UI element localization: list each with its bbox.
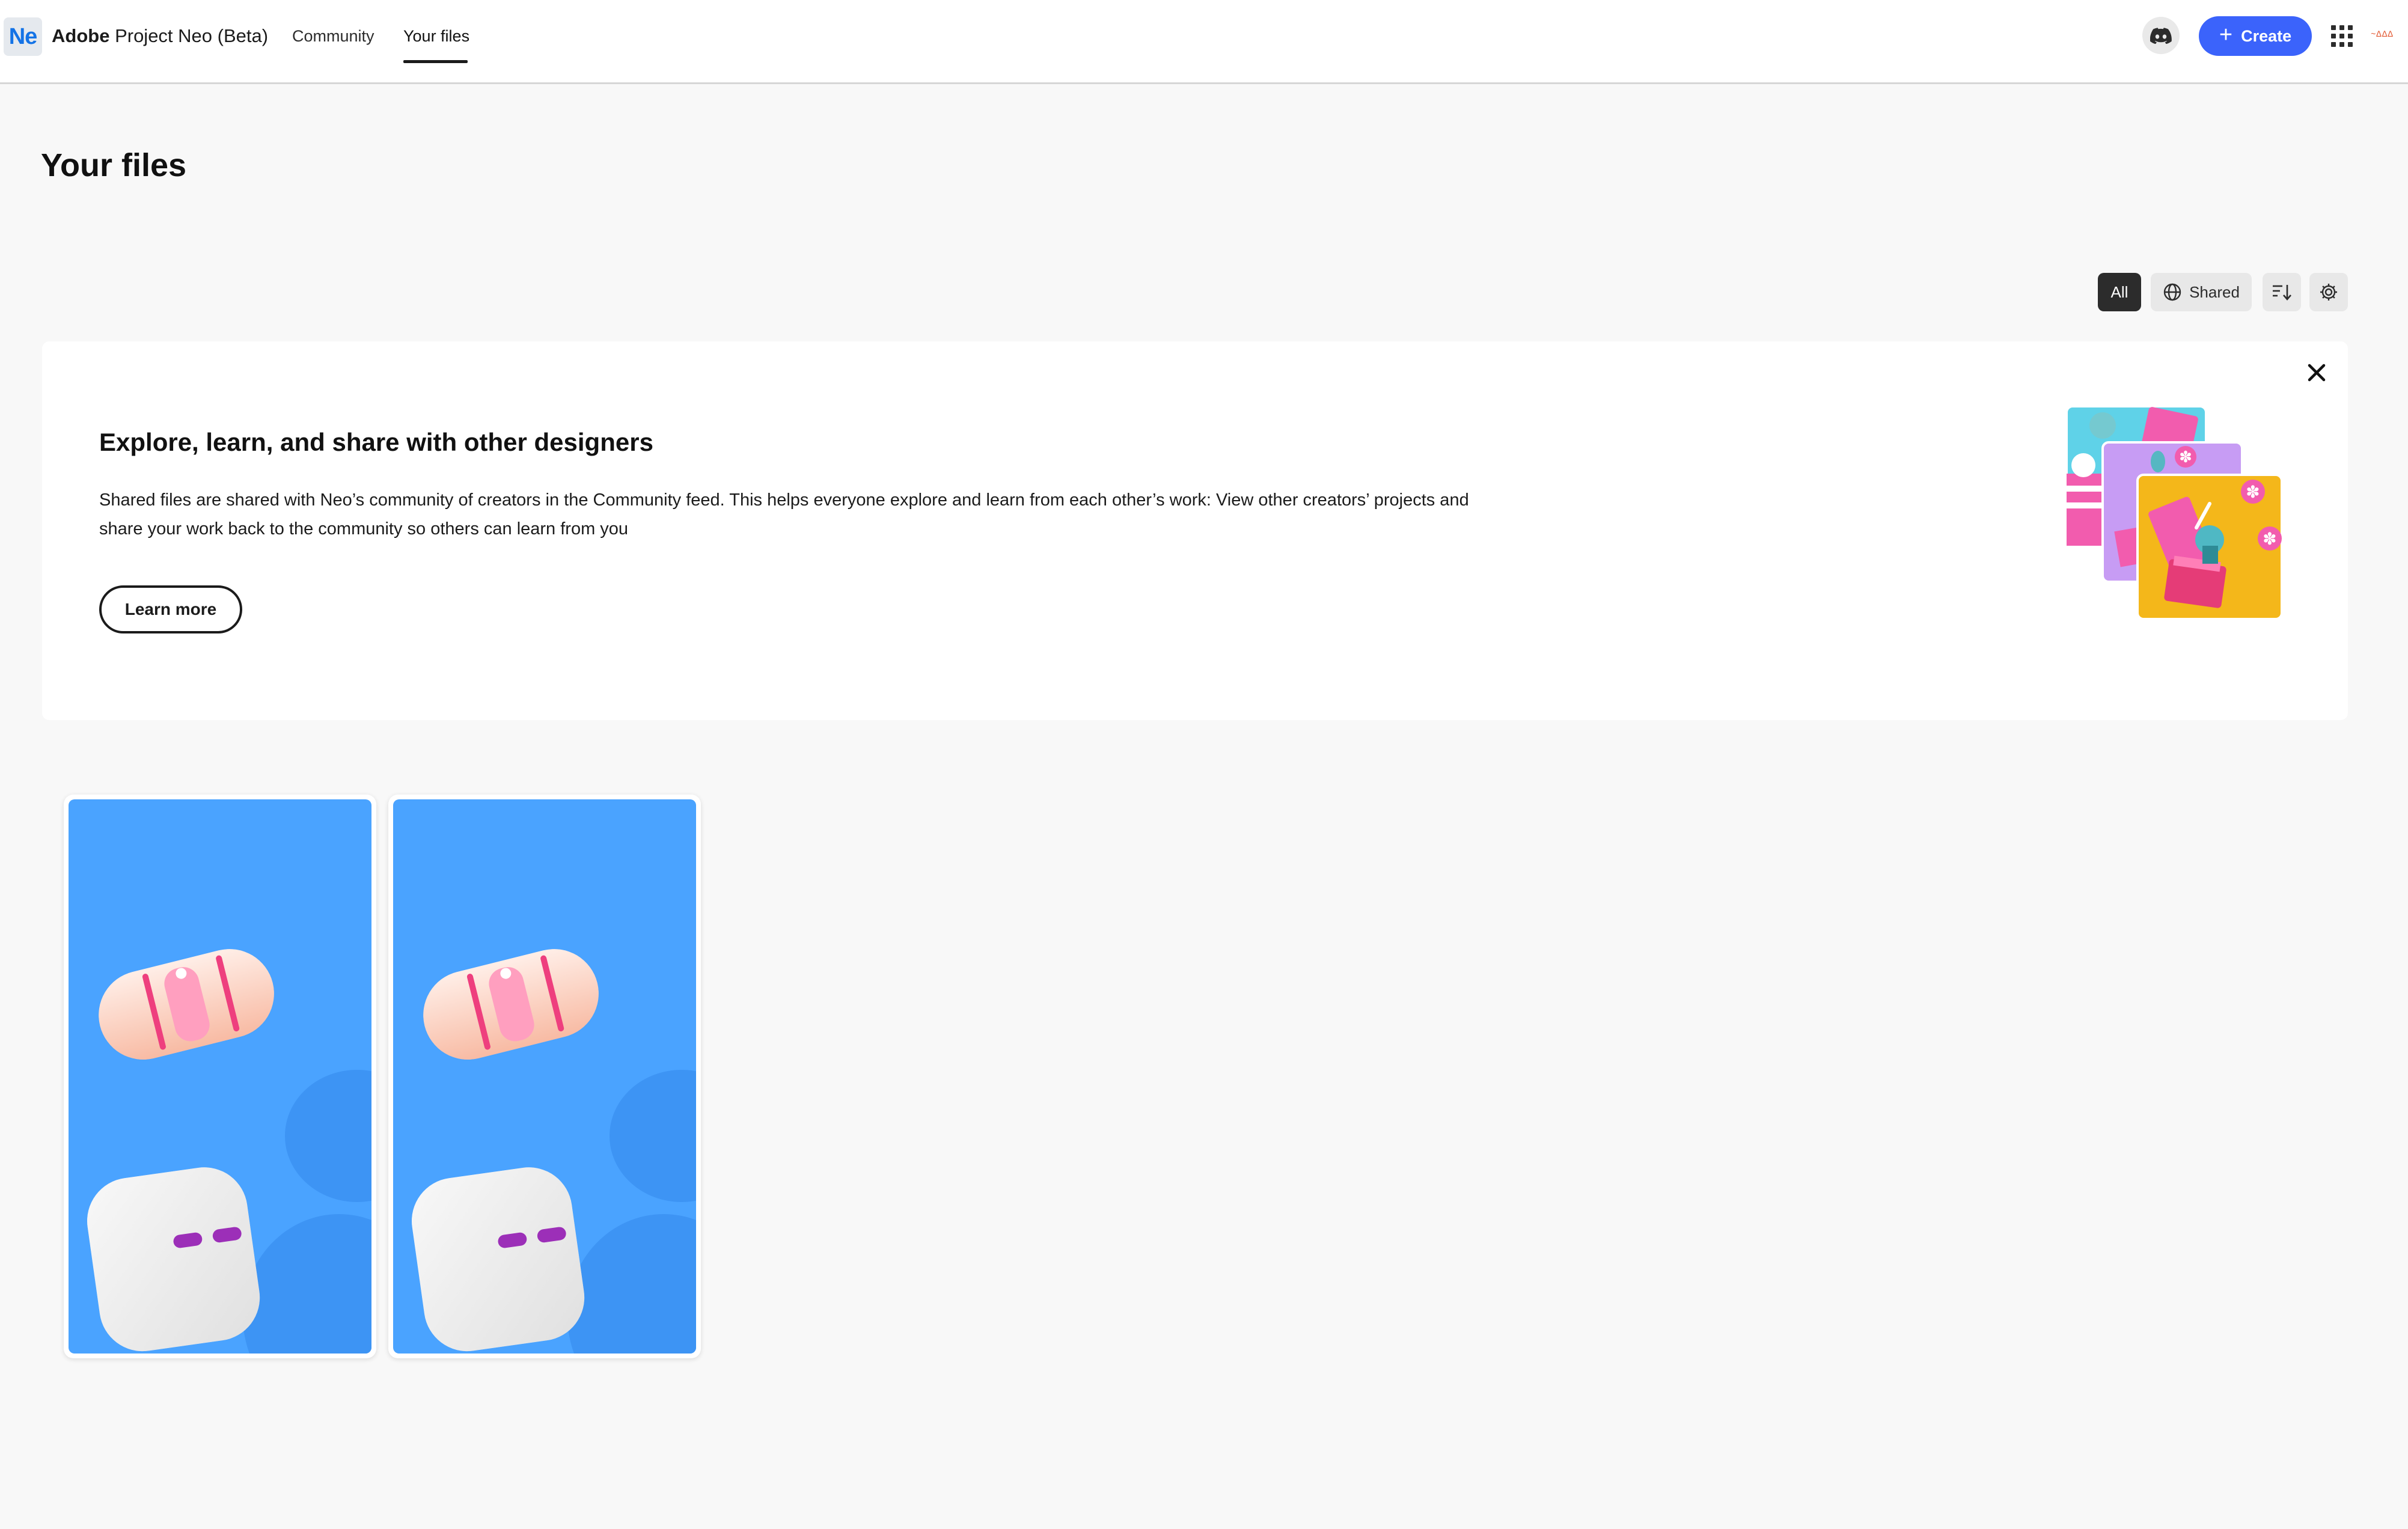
app-brand: Adobe: [52, 25, 110, 46]
app-switcher-icon[interactable]: [2331, 25, 2353, 47]
file-card[interactable]: [64, 795, 376, 1358]
app-name: Project Neo (Beta): [115, 25, 269, 46]
gear-icon: [2320, 284, 2337, 301]
banner-title: Explore, learn, and share with other des…: [99, 428, 653, 456]
discord-button[interactable]: [2142, 17, 2180, 54]
tab-your-files[interactable]: Your files: [403, 27, 469, 46]
filter-shared-label: Shared: [2189, 282, 2240, 301]
close-banner-button[interactable]: [2303, 359, 2330, 386]
page-title: Your files: [41, 147, 187, 183]
active-tab-indicator: [403, 60, 468, 63]
app-title: Adobe Project Neo (Beta): [52, 25, 268, 47]
file-thumbnail: [69, 799, 371, 1354]
plus-icon: +: [2219, 22, 2233, 47]
neo-logo[interactable]: Ne: [4, 17, 42, 56]
settings-button[interactable]: [2309, 273, 2348, 311]
sort-icon: [2273, 285, 2291, 301]
tab-community[interactable]: Community: [292, 27, 374, 46]
file-card[interactable]: [388, 795, 701, 1358]
banner-description: Shared files are shared with Neo’s commu…: [99, 490, 1469, 539]
discord-icon: [2150, 28, 2172, 44]
avatar[interactable]: ~∆∆∆: [2371, 29, 2400, 43]
create-button-label: Create: [2241, 26, 2292, 45]
svg-text:✽: ✽: [2179, 448, 2192, 466]
sort-button[interactable]: [2263, 273, 2301, 311]
filter-all-button[interactable]: All: [2098, 273, 2141, 311]
globe-icon: [2163, 283, 2181, 301]
close-icon: [2308, 364, 2326, 382]
svg-text:✽: ✽: [2263, 529, 2276, 549]
file-thumbnail: [393, 799, 696, 1354]
svg-text:✽: ✽: [2246, 482, 2260, 502]
create-button[interactable]: + Create: [2199, 16, 2312, 56]
community-illustration: ✽ ✽ ✽: [2065, 405, 2283, 620]
top-navigation-bar: Ne Adobe Project Neo (Beta) Community Yo…: [0, 0, 2408, 84]
learn-more-button[interactable]: Learn more: [99, 585, 242, 633]
filter-shared-button[interactable]: Shared: [2151, 273, 2252, 311]
